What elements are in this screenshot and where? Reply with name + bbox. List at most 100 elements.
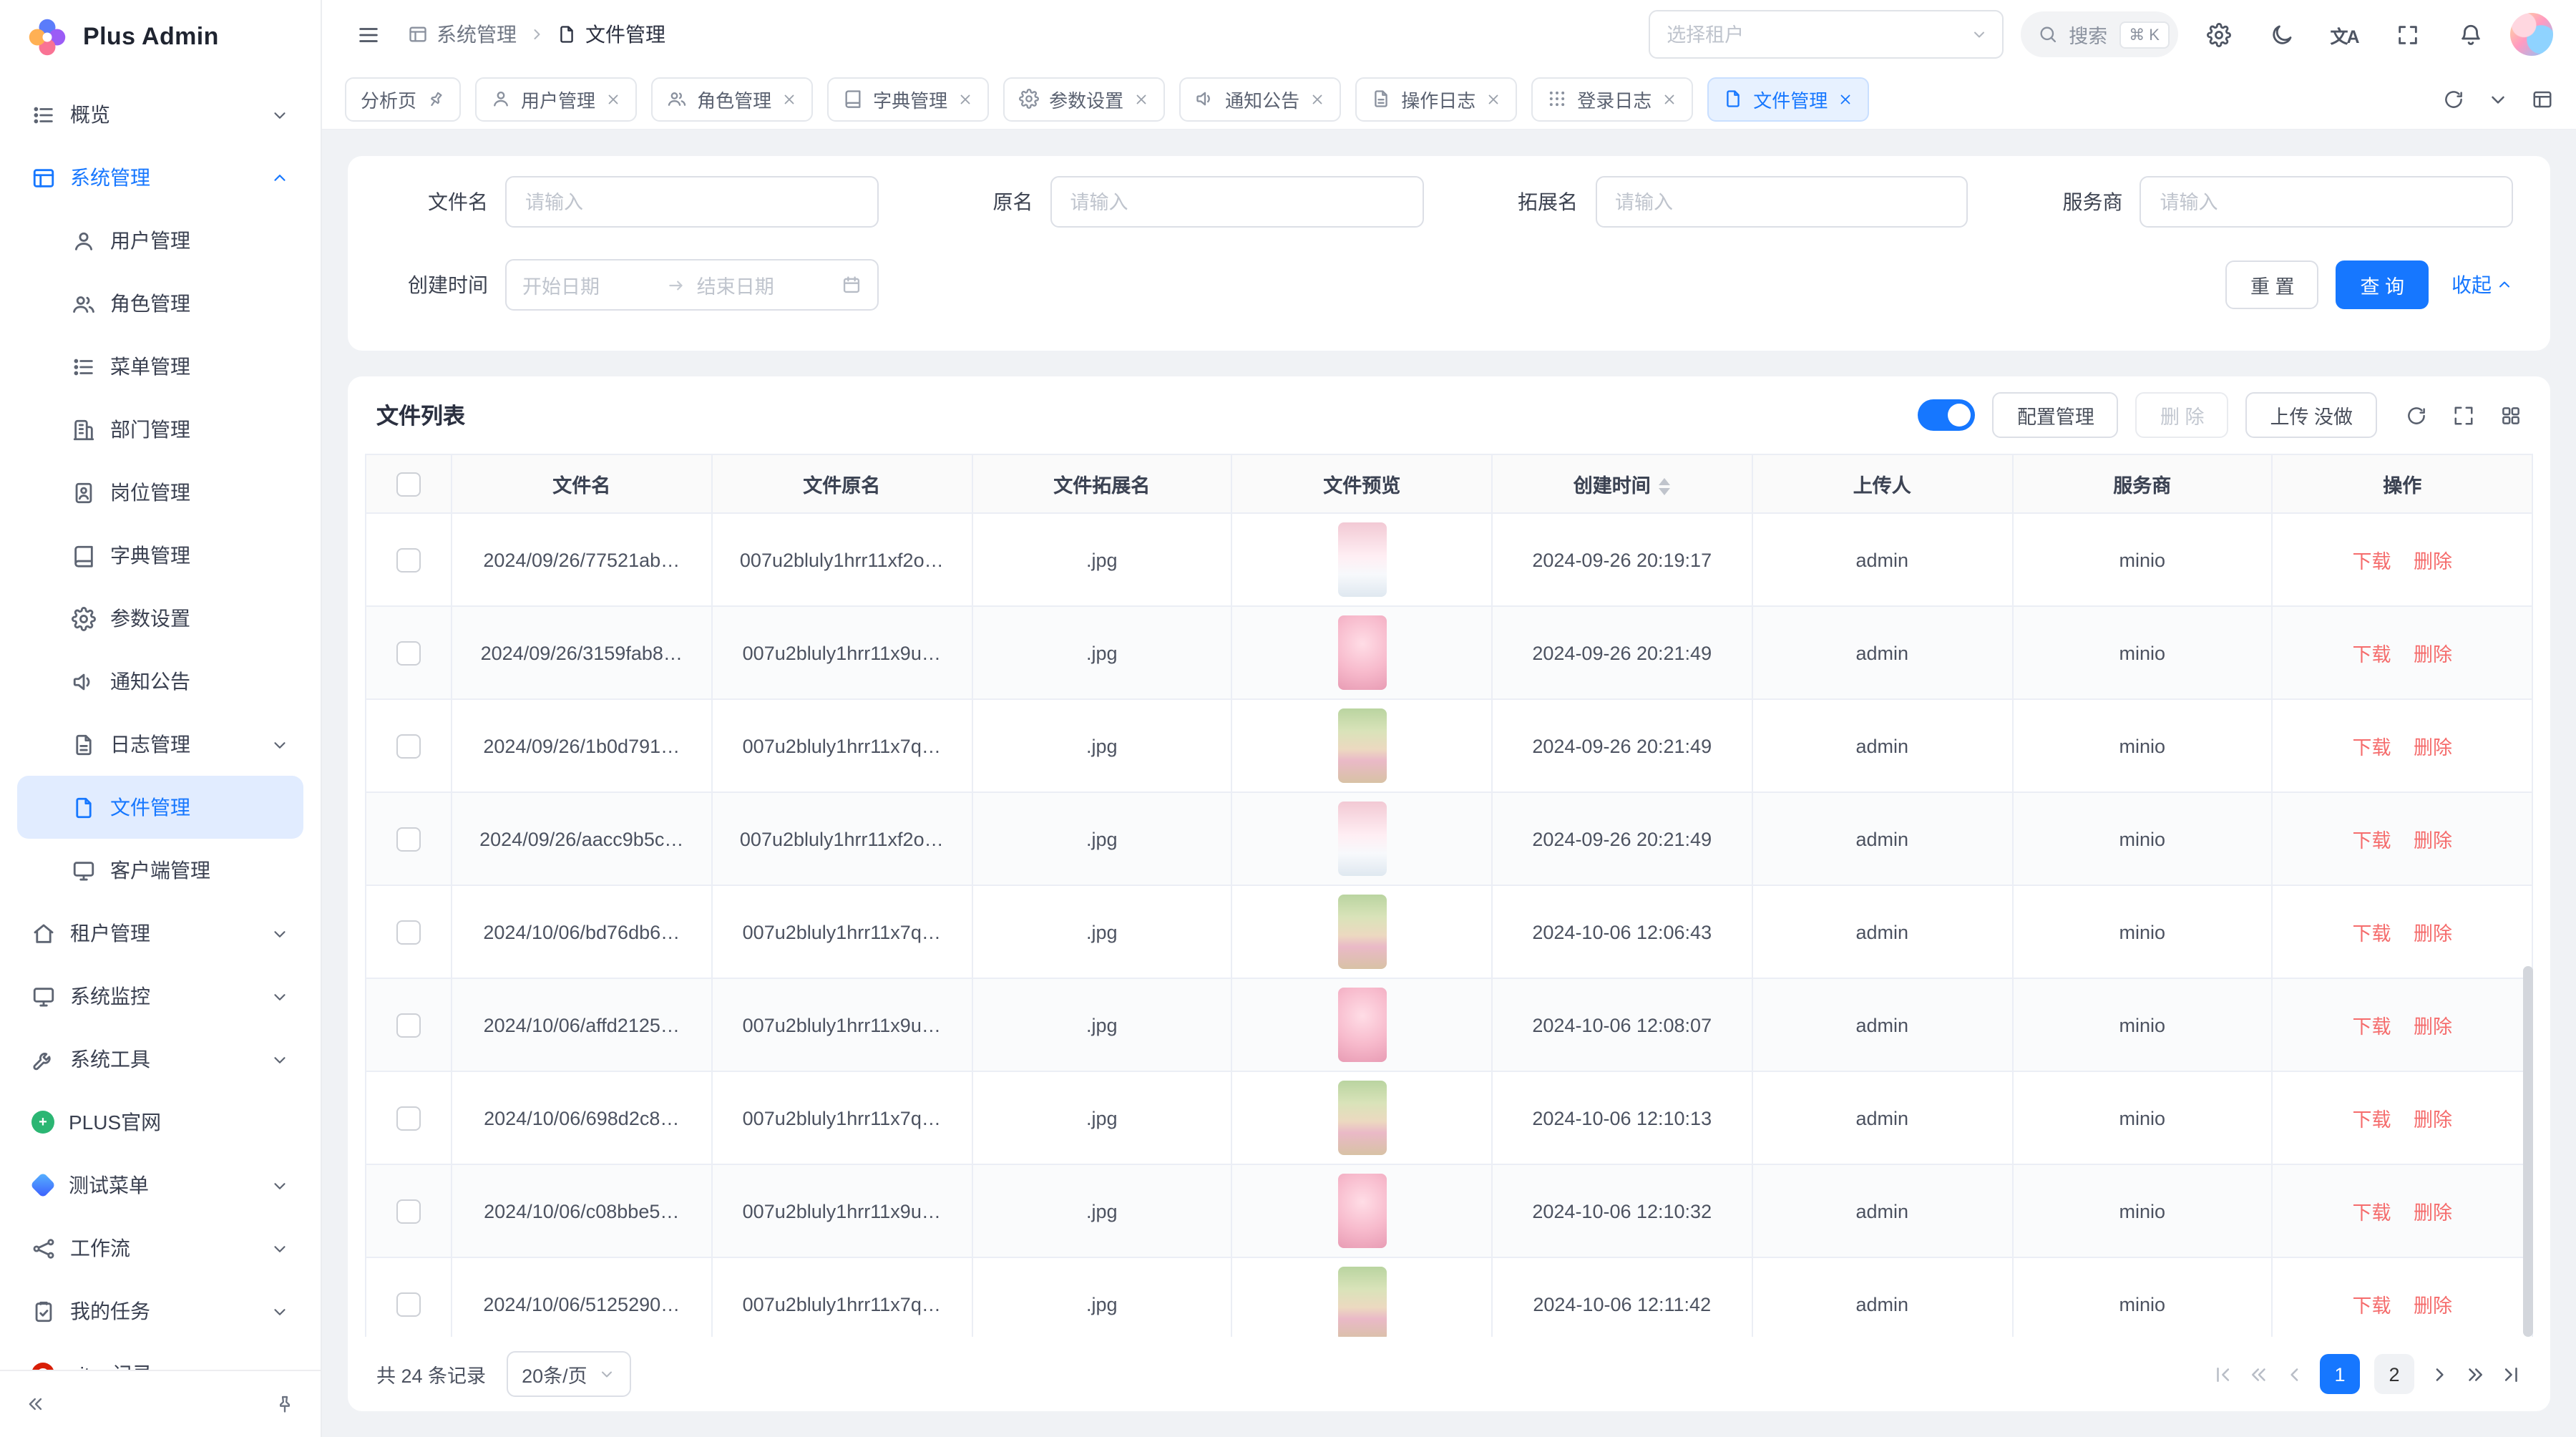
close-icon[interactable] bbox=[781, 91, 797, 107]
next-page-button[interactable] bbox=[2429, 1363, 2450, 1385]
page-2-button[interactable]: 2 bbox=[2374, 1354, 2414, 1394]
file-preview-image[interactable] bbox=[1337, 522, 1386, 597]
last-page-button[interactable] bbox=[2500, 1363, 2522, 1385]
search-visibility-toggle[interactable] bbox=[1918, 399, 1976, 431]
sidebar-item-monitor[interactable]: 系统监控 bbox=[17, 965, 303, 1028]
delete-link[interactable]: 删除 bbox=[2414, 830, 2452, 852]
jump-forward-button[interactable] bbox=[2464, 1363, 2486, 1385]
file-preview-image[interactable] bbox=[1337, 988, 1386, 1062]
sidebar-collapse-button[interactable] bbox=[17, 1385, 54, 1423]
page-1-button[interactable]: 1 bbox=[2320, 1354, 2360, 1394]
tab-notice[interactable]: 通知公告 bbox=[1179, 77, 1341, 121]
provider-input[interactable] bbox=[2157, 190, 2497, 214]
delete-link[interactable]: 删除 bbox=[2414, 1202, 2452, 1224]
dark-mode-button[interactable] bbox=[2258, 11, 2304, 57]
delete-link[interactable]: 删除 bbox=[2414, 1109, 2452, 1131]
close-icon[interactable] bbox=[605, 91, 621, 107]
fullscreen-button[interactable] bbox=[2384, 11, 2430, 57]
close-icon[interactable] bbox=[957, 91, 973, 107]
file-preview-image[interactable] bbox=[1337, 615, 1386, 690]
search-button[interactable]: 查 询 bbox=[2336, 260, 2429, 309]
delete-link[interactable]: 删除 bbox=[2414, 551, 2452, 573]
table-scrollbar[interactable] bbox=[2523, 966, 2533, 1337]
file-preview-image[interactable] bbox=[1337, 802, 1386, 876]
download-link[interactable]: 下载 bbox=[2352, 1295, 2391, 1317]
delete-link[interactable]: 删除 bbox=[2414, 1295, 2452, 1317]
chevron-down-icon[interactable] bbox=[2487, 88, 2509, 109]
row-checkbox[interactable] bbox=[396, 827, 421, 851]
delete-link[interactable]: 删除 bbox=[2414, 1016, 2452, 1038]
app-logo[interactable]: Plus Admin bbox=[0, 0, 321, 74]
sidebar-item-user-mgmt[interactable]: 用户管理 bbox=[17, 209, 303, 272]
sidebar-item-gitee[interactable]: G gitee记录 bbox=[17, 1343, 303, 1370]
tab-user-mgmt[interactable]: 用户管理 bbox=[475, 77, 637, 121]
download-link[interactable]: 下载 bbox=[2352, 1109, 2391, 1131]
refresh-icon[interactable] bbox=[2406, 404, 2427, 426]
upload-button[interactable]: 上传 没做 bbox=[2245, 392, 2377, 438]
sidebar-item-plus-site[interactable]: + PLUS官网 bbox=[17, 1091, 303, 1154]
row-checkbox[interactable] bbox=[396, 1292, 421, 1316]
sidebar-item-system-mgmt[interactable]: 系统管理 bbox=[17, 146, 303, 209]
select-all-checkbox[interactable] bbox=[396, 472, 421, 496]
sidebar-item-post-mgmt[interactable]: 岗位管理 bbox=[17, 461, 303, 524]
sidebar-pin-button[interactable] bbox=[266, 1385, 303, 1423]
page-size-select[interactable]: 20条/页 bbox=[506, 1351, 632, 1397]
row-checkbox[interactable] bbox=[396, 920, 421, 944]
download-link[interactable]: 下载 bbox=[2352, 644, 2391, 666]
tenant-select[interactable] bbox=[1648, 10, 2003, 59]
tab-file-mgmt[interactable]: 文件管理 bbox=[1707, 77, 1869, 121]
tab-param-settings[interactable]: 参数设置 bbox=[1003, 77, 1165, 121]
reset-button[interactable]: 重 置 bbox=[2226, 260, 2319, 309]
sidebar-item-param-settings[interactable]: 参数设置 bbox=[17, 587, 303, 650]
notifications-button[interactable] bbox=[2447, 11, 2493, 57]
extension-input[interactable] bbox=[1612, 190, 1951, 214]
file-preview-image[interactable] bbox=[1337, 1081, 1386, 1155]
filename-input[interactable] bbox=[522, 190, 862, 214]
tab-login-log[interactable]: 登录日志 bbox=[1531, 77, 1693, 121]
close-icon[interactable] bbox=[1133, 91, 1149, 107]
row-checkbox[interactable] bbox=[396, 640, 421, 665]
column-settings-icon[interactable] bbox=[2500, 404, 2522, 426]
sidebar-item-dept-mgmt[interactable]: 部门管理 bbox=[17, 398, 303, 461]
row-checkbox[interactable] bbox=[396, 1106, 421, 1130]
pin-icon[interactable] bbox=[423, 86, 449, 112]
download-link[interactable]: 下载 bbox=[2352, 737, 2391, 759]
row-checkbox[interactable] bbox=[396, 1199, 421, 1223]
sidebar-item-dict-mgmt[interactable]: 字典管理 bbox=[17, 524, 303, 587]
close-icon[interactable] bbox=[1485, 91, 1501, 107]
tab-role-mgmt[interactable]: 角色管理 bbox=[651, 77, 813, 121]
download-link[interactable]: 下载 bbox=[2352, 1202, 2391, 1224]
fullscreen-icon[interactable] bbox=[2453, 404, 2474, 426]
config-mgmt-button[interactable]: 配置管理 bbox=[1993, 392, 2119, 438]
file-preview-image[interactable] bbox=[1337, 1267, 1386, 1337]
close-icon[interactable] bbox=[1309, 91, 1325, 107]
file-preview-image[interactable] bbox=[1337, 895, 1386, 969]
tab-dict-mgmt[interactable]: 字典管理 bbox=[827, 77, 989, 121]
delete-link[interactable]: 删除 bbox=[2414, 737, 2452, 759]
row-checkbox[interactable] bbox=[396, 734, 421, 758]
layout-icon[interactable] bbox=[2532, 88, 2553, 109]
file-preview-image[interactable] bbox=[1337, 1174, 1386, 1248]
download-link[interactable]: 下载 bbox=[2352, 923, 2391, 945]
refresh-icon[interactable] bbox=[2443, 88, 2464, 109]
sort-created-control[interactable] bbox=[1659, 479, 1671, 496]
first-page-button[interactable] bbox=[2212, 1363, 2234, 1385]
tenant-input[interactable] bbox=[1664, 22, 1961, 47]
file-preview-image[interactable] bbox=[1337, 708, 1386, 783]
sidebar-item-test-menu[interactable]: 测试菜单 bbox=[17, 1154, 303, 1217]
date-range-picker[interactable]: 开始日期 结束日期 bbox=[505, 259, 879, 311]
tab-op-log[interactable]: 操作日志 bbox=[1355, 77, 1517, 121]
sidebar-item-notice[interactable]: 通知公告 bbox=[17, 650, 303, 713]
sidebar-item-log-mgmt[interactable]: 日志管理 bbox=[17, 713, 303, 776]
settings-button[interactable] bbox=[2195, 11, 2241, 57]
breadcrumb-file-mgmt[interactable]: 文件管理 bbox=[557, 20, 665, 49]
sidebar-item-role-mgmt[interactable]: 角色管理 bbox=[17, 272, 303, 335]
close-icon[interactable] bbox=[1662, 91, 1677, 107]
row-checkbox[interactable] bbox=[396, 1013, 421, 1037]
original-name-input[interactable] bbox=[1068, 190, 1407, 214]
download-link[interactable]: 下载 bbox=[2352, 830, 2391, 852]
prev-page-button[interactable] bbox=[2284, 1363, 2306, 1385]
tab-analysis[interactable]: 分析页 bbox=[345, 77, 461, 121]
sidebar-item-tenant-mgmt[interactable]: 租户管理 bbox=[17, 902, 303, 965]
global-search[interactable]: 搜索 ⌘ K bbox=[2020, 11, 2178, 57]
